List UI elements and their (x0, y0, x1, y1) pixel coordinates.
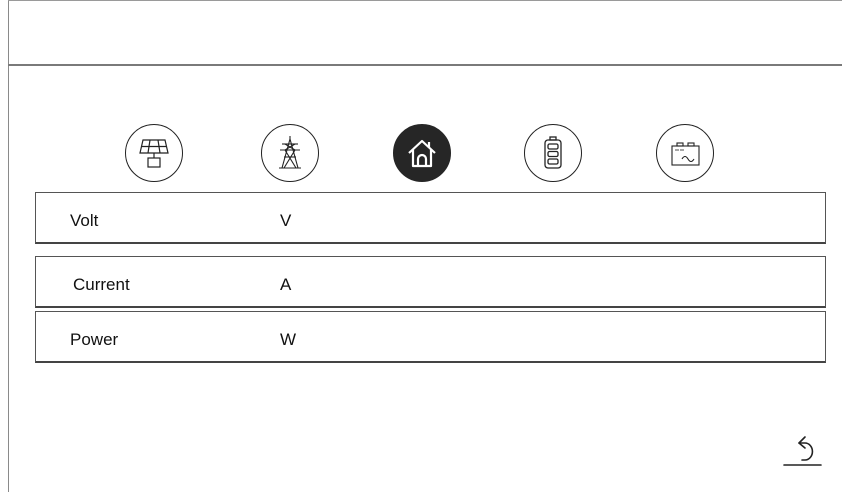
tab-home[interactable] (393, 124, 451, 182)
solar-panel-icon (139, 139, 169, 168)
reading-row-volt: Volt V (35, 192, 826, 244)
current-label: Current (73, 275, 130, 294)
reading-row-current: Current A (35, 256, 826, 308)
tab-grid[interactable] (261, 124, 319, 182)
home-icon (408, 139, 436, 168)
power-unit: W (280, 330, 297, 349)
tab-ac-battery[interactable] (656, 124, 714, 182)
volt-unit: V (280, 211, 292, 230)
ac-battery-icon (671, 142, 700, 166)
back-arrow-icon (783, 436, 822, 466)
tab-battery[interactable] (524, 124, 582, 182)
current-value (206, 275, 266, 295)
reading-row-power: Power W (35, 311, 826, 363)
back-button[interactable] (783, 432, 823, 472)
frame-top-border (8, 0, 842, 1)
power-label: Power (70, 330, 119, 349)
battery-icon (544, 136, 562, 169)
volt-label: Volt (70, 211, 99, 230)
frame-left-border (8, 0, 9, 492)
power-value (206, 330, 266, 350)
header-divider (8, 64, 842, 66)
tab-solar[interactable] (125, 124, 183, 182)
power-tower-icon (279, 136, 301, 169)
volt-value (206, 211, 266, 231)
current-unit: A (280, 275, 292, 294)
